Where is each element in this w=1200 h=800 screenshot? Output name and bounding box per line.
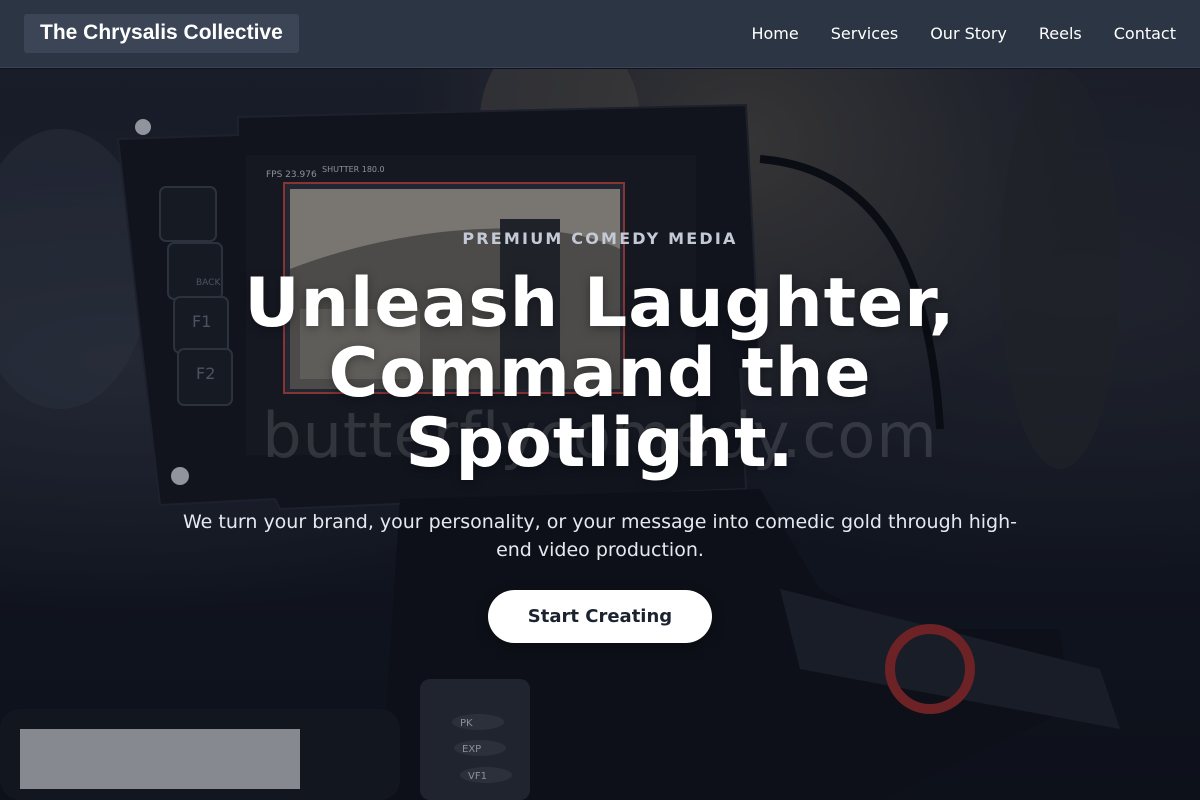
- hero-headline: Unleash Laughter, Command the Spotlight.: [244, 264, 956, 483]
- nav-link-contact[interactable]: Contact: [1114, 24, 1176, 43]
- nav-link-home[interactable]: Home: [751, 24, 798, 43]
- hero-content: PREMIUM COMEDY MEDIA Unleash Laughter, C…: [0, 69, 1200, 800]
- start-creating-button[interactable]: Start Creating: [488, 590, 712, 643]
- nav-link-services[interactable]: Services: [831, 24, 898, 43]
- brand-logo[interactable]: The Chrysalis Collective: [24, 14, 299, 53]
- site-header: The Chrysalis Collective Home Services O…: [0, 0, 1200, 68]
- hero-section: BACK F1 F2 FPS 23.976 SHUTTER 180.0 PK E…: [0, 69, 1200, 800]
- nav-link-our-story[interactable]: Our Story: [930, 24, 1007, 43]
- nav-link-reels[interactable]: Reels: [1039, 24, 1082, 43]
- hero-subtitle: We turn your brand, your personality, or…: [182, 511, 1017, 561]
- main-nav: Home Services Our Story Reels Contact: [751, 24, 1176, 43]
- hero-eyebrow: PREMIUM COMEDY MEDIA: [462, 229, 738, 248]
